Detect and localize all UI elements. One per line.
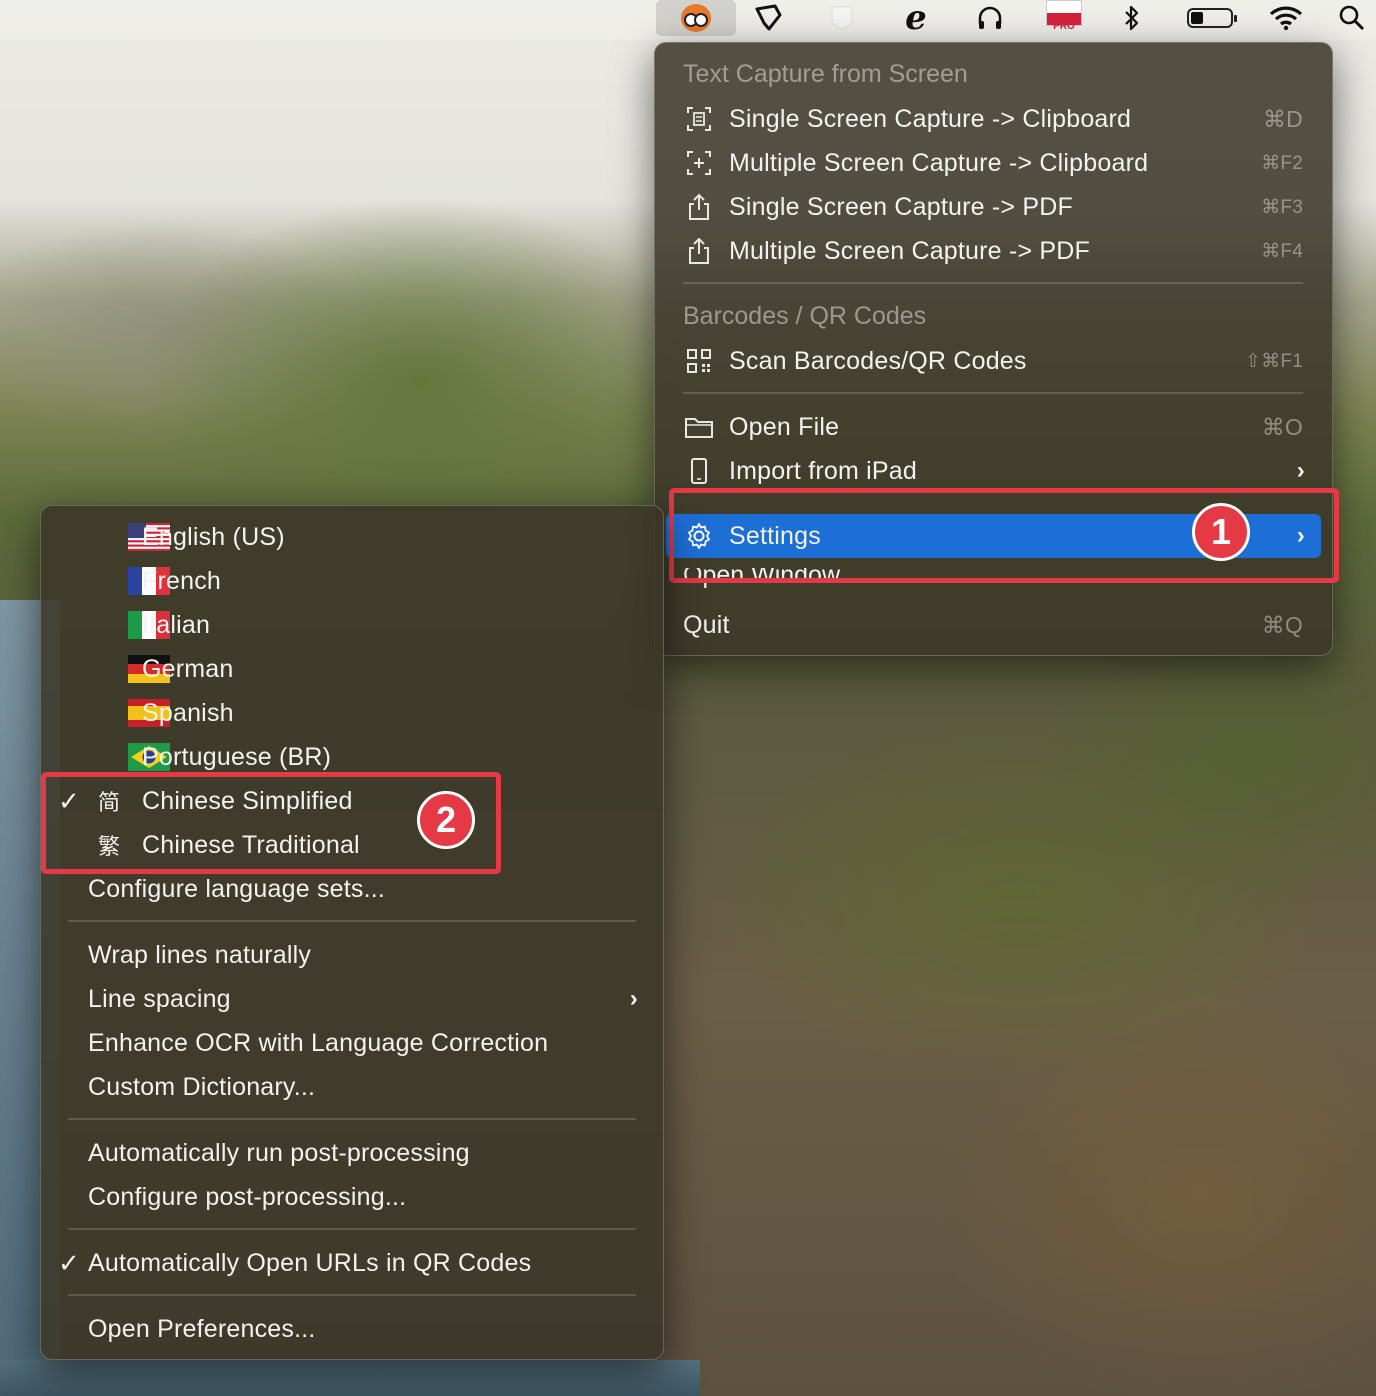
checkmark-icon: ✓ — [58, 1247, 80, 1278]
callout-badge-2: 2 — [417, 791, 475, 849]
language-german[interactable]: German — [40, 647, 662, 691]
menu-item-single-capture-pdf[interactable]: Single Screen Capture -> PDF ⌘F3 — [654, 185, 1331, 229]
menu-item-open-preferences[interactable]: Open Preferences... — [88, 1307, 316, 1351]
language-label: French — [142, 566, 222, 595]
folder-icon — [684, 412, 714, 442]
menu-separator — [68, 920, 636, 922]
language-spanish[interactable]: Spanish — [40, 691, 662, 735]
section-header: Barcodes / QR Codes — [683, 302, 927, 330]
menu-item-scan-barcodes[interactable]: Scan Barcodes/QR Codes ⇧⌘F1 — [654, 339, 1331, 383]
shortcut: ⇧⌘F1 — [1245, 350, 1303, 372]
menu-separator — [68, 1294, 636, 1296]
menu-item-label: Open File — [729, 412, 840, 441]
menu-separator — [683, 392, 1303, 394]
menu-item-multi-capture-pdf[interactable]: Multiple Screen Capture -> PDF ⌘F4 — [654, 229, 1331, 273]
screen-capture-icon — [684, 104, 714, 134]
menu-item-label: Single Screen Capture -> PDF — [729, 192, 1073, 221]
paw-icon[interactable] — [744, 0, 792, 36]
wifi-icon[interactable] — [1262, 0, 1310, 36]
chevron-right-icon: › — [1296, 457, 1305, 484]
ipad-icon — [684, 456, 714, 486]
headphones-icon[interactable] — [966, 0, 1014, 36]
menu-item-enhance-ocr[interactable]: Enhance OCR with Language Correction — [88, 1021, 548, 1065]
menu-item-label: Line spacing — [88, 984, 231, 1013]
menu-separator — [68, 1118, 636, 1120]
menu-item-label: Quit — [683, 610, 730, 639]
sea-bottom — [0, 1360, 700, 1396]
menu-item-single-capture-clipboard[interactable]: Single Screen Capture -> Clipboard ⌘D — [654, 97, 1331, 141]
menu-item-custom-dictionary[interactable]: Custom Dictionary... — [88, 1065, 315, 1109]
menu-item-import-ipad[interactable]: Import from iPad › — [654, 449, 1331, 493]
owl-app-icon[interactable] — [656, 0, 736, 36]
shortcut: ⌘F4 — [1261, 240, 1303, 262]
shortcut: ⌘O — [1261, 413, 1303, 440]
poland-flag-icon[interactable]: PRO — [1040, 0, 1088, 36]
search-icon[interactable] — [1330, 0, 1374, 36]
menu-item-label: Single Screen Capture -> Clipboard — [729, 104, 1132, 133]
menu-item-label: Multiple Screen Capture -> Clipboard — [729, 148, 1149, 177]
language-label: Italian — [142, 610, 211, 639]
share-icon — [684, 192, 714, 222]
menu-item-auto-post-processing[interactable]: Automatically run post-processing — [88, 1131, 470, 1175]
language-english-us[interactable]: English (US) — [40, 515, 662, 559]
menu-item-label: Automatically Open URLs in QR Codes — [88, 1248, 532, 1277]
language-italian[interactable]: Italian — [40, 603, 662, 647]
bluetooth-icon[interactable] — [1110, 0, 1154, 36]
section-header: Text Capture from Screen — [683, 60, 968, 88]
qr-code-icon — [684, 346, 714, 376]
menu-separator — [68, 1228, 636, 1230]
callout-badge-1: 1 — [1192, 503, 1250, 561]
menu-item-label: Multiple Screen Capture -> PDF — [729, 236, 1091, 265]
menu-item-open-file[interactable]: Open File ⌘O — [654, 405, 1331, 449]
shortcut: ⌘F2 — [1261, 152, 1303, 174]
language-label: English (US) — [142, 522, 285, 551]
multi-capture-icon — [684, 148, 714, 178]
shortcut: ⌘F3 — [1261, 196, 1303, 218]
language-french[interactable]: French — [40, 559, 662, 603]
menu-item-label: Import from iPad — [729, 456, 917, 485]
language-label: German — [142, 654, 234, 683]
menu-separator — [683, 282, 1303, 284]
menu-item-wrap-lines[interactable]: Wrap lines naturally — [88, 933, 311, 977]
menu-item-multi-capture-clipboard[interactable]: Multiple Screen Capture -> Clipboard ⌘F2 — [654, 141, 1331, 185]
shortcut: ⌘D — [1262, 105, 1303, 132]
menu-item-configure-post-processing[interactable]: Configure post-processing... — [88, 1175, 406, 1219]
language-label: Spanish — [142, 698, 234, 727]
menu-item-label: Scan Barcodes/QR Codes — [729, 346, 1027, 375]
e-icon[interactable]: e — [892, 0, 940, 38]
battery-icon[interactable] — [1180, 0, 1240, 36]
bird-icon[interactable] — [818, 0, 866, 36]
menu-item-quit[interactable]: Quit ⌘Q — [654, 603, 1331, 647]
menu-bar: e PRO — [0, 0, 1376, 40]
menu-item-auto-open-urls[interactable]: ✓ Automatically Open URLs in QR Codes — [40, 1241, 662, 1285]
pro-label: PRO — [1053, 21, 1075, 32]
language-label: Portuguese (BR) — [142, 742, 332, 771]
shortcut: ⌘Q — [1261, 611, 1303, 638]
share-icon — [684, 236, 714, 266]
menu-item-line-spacing[interactable]: Line spacing › — [40, 977, 662, 1021]
chevron-right-icon: › — [629, 985, 638, 1012]
